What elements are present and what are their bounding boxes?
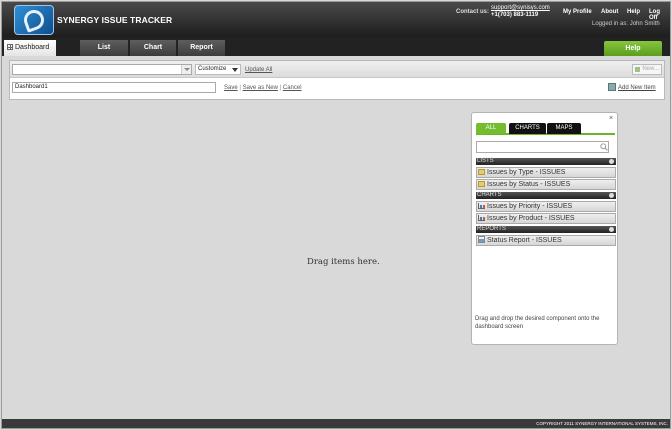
item-label: Status Report - ISSUES <box>487 237 562 244</box>
folder-icon <box>478 181 485 187</box>
section-header-reports: REPORTS <box>476 226 616 233</box>
header-bar: SYNERGY ISSUE TRACKER Contact us: suppor… <box>2 2 670 37</box>
customize-dropdown[interactable]: Customize <box>195 64 241 75</box>
tab-report[interactable]: Report <box>178 40 225 56</box>
help-button[interactable]: Help <box>604 41 662 56</box>
add-item-icon <box>608 83 616 91</box>
about-link[interactable]: About <box>601 9 618 15</box>
list-item[interactable]: Issues by Product - ISSUES <box>476 213 616 224</box>
save-link[interactable]: Save <box>224 85 238 91</box>
item-label: Issues by Priority - ISSUES <box>487 203 573 210</box>
copyright-text: COPYRIGHT 2011 SYNERGY INTERNATIONAL SYS… <box>536 421 668 426</box>
toolbar-top-row: Customize Update All New... <box>10 61 664 78</box>
my-profile-link[interactable]: My Profile <box>563 9 592 15</box>
close-icon[interactable]: × <box>609 115 613 122</box>
main-tab-bar: Dashboard List Chart Report Help <box>2 37 670 56</box>
contact-label: Contact us: <box>456 9 489 15</box>
list-item[interactable]: Issues by Type - ISSUES <box>476 167 616 178</box>
list-item[interactable]: Issues by Status - ISSUES <box>476 179 616 190</box>
section-title: LISTS <box>477 158 494 164</box>
list-item[interactable]: Issues by Priority - ISSUES <box>476 201 616 212</box>
section-title: REPORTS <box>477 226 506 232</box>
info-icon[interactable] <box>609 227 614 232</box>
plus-icon <box>635 67 640 72</box>
section-header-lists: LISTS <box>476 158 616 165</box>
contact-email-link[interactable]: support@synisys.com <box>491 5 550 11</box>
folder-icon <box>478 169 485 175</box>
section-header-charts: CHARTS <box>476 192 616 199</box>
add-new-item-button[interactable]: Add New Item <box>608 83 656 91</box>
dashboard-grid-icon <box>7 44 13 50</box>
item-label: Issues by Product - ISSUES <box>487 215 575 222</box>
dashboard-name-input[interactable]: Dashboard1 <box>12 82 216 93</box>
save-as-new-link[interactable]: Save as New <box>243 85 278 91</box>
dashboard-toolbar: Customize Update All New... Dashboard1 S… <box>9 60 665 100</box>
dashboard-select[interactable] <box>12 64 192 75</box>
app-window: SYNERGY ISSUE TRACKER Contact us: suppor… <box>1 1 671 429</box>
contact-phone: +1(703) 883-1119 <box>491 12 539 18</box>
tab-list[interactable]: List <box>80 40 128 56</box>
report-icon <box>478 236 485 243</box>
tab-chart[interactable]: Chart <box>130 40 176 56</box>
chevron-down-icon <box>181 65 191 74</box>
info-icon[interactable] <box>609 193 614 198</box>
cancel-link[interactable]: Cancel <box>283 85 302 91</box>
update-all-link[interactable]: Update All <box>245 67 272 73</box>
search-icon[interactable] <box>600 143 608 151</box>
component-search-input[interactable] <box>476 141 609 153</box>
logged-in-status: Logged in as: John Smith <box>592 21 660 27</box>
component-panel: × ALL CHARTS MAPS LISTS Issues by Type -… <box>471 112 618 345</box>
drop-zone-text: Drag items here. <box>307 257 380 267</box>
item-label: Issues by Status - ISSUES <box>487 181 571 188</box>
logo-glyph-icon <box>21 7 47 33</box>
save-actions: Save | Save as New | Cancel <box>224 85 302 91</box>
tab-dashboard-label: Dashboard <box>15 44 50 51</box>
panel-tabs: ALL CHARTS MAPS <box>476 123 615 135</box>
panel-tab-maps[interactable]: MAPS <box>547 123 581 134</box>
new-button-label: New... <box>642 66 659 72</box>
item-label: Issues by Type - ISSUES <box>487 169 566 176</box>
help-link[interactable]: Help <box>627 9 640 15</box>
panel-tab-charts[interactable]: CHARTS <box>509 123 546 134</box>
bar-chart-icon <box>478 203 485 209</box>
app-logo <box>14 5 54 35</box>
tab-dashboard[interactable]: Dashboard <box>4 40 56 56</box>
panel-tab-all[interactable]: ALL <box>476 123 506 134</box>
add-new-item-label: Add New Item <box>618 85 656 91</box>
panel-hint-text: Drag and drop the desired component onto… <box>475 316 600 330</box>
new-button[interactable]: New... <box>632 64 662 75</box>
list-item[interactable]: Status Report - ISSUES <box>476 235 616 246</box>
info-icon[interactable] <box>609 159 614 164</box>
app-title: SYNERGY ISSUE TRACKER <box>57 15 173 25</box>
section-title: CHARTS <box>477 192 502 198</box>
log-off-link[interactable]: Log Off <box>649 9 670 21</box>
bar-chart-icon <box>478 215 485 221</box>
footer-bar: COPYRIGHT 2011 SYNERGY INTERNATIONAL SYS… <box>2 419 670 428</box>
